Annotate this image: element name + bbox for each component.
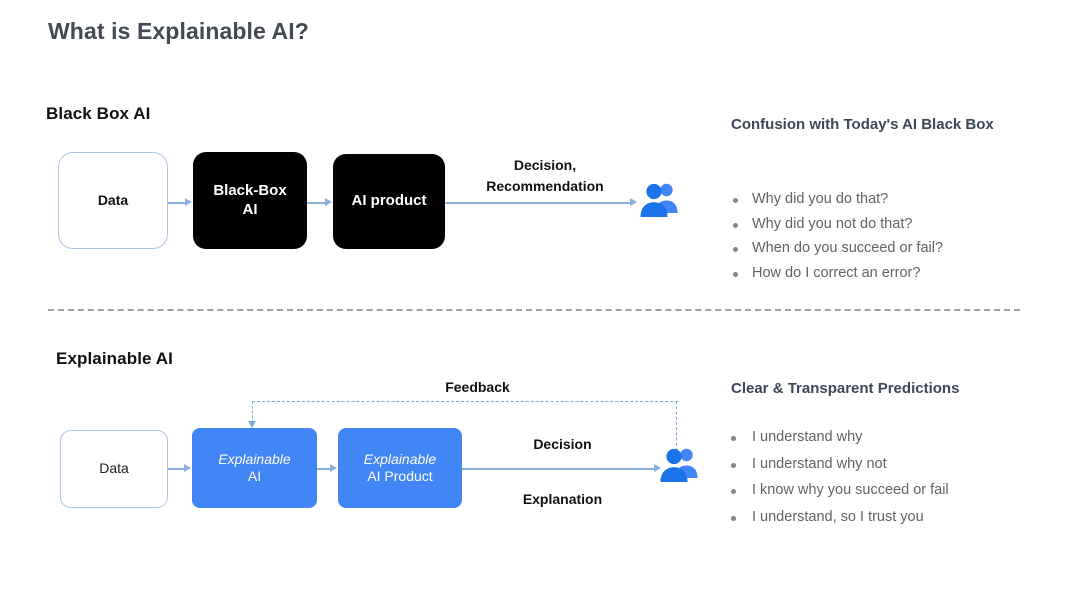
arrow-product-to-people-top (445, 202, 632, 204)
explainable-ai-product-line1: Explainable (363, 450, 437, 467)
section-divider (48, 309, 1020, 311)
arrow-label-feedback: Feedback (445, 379, 510, 395)
list-item: Why did you do that? (730, 192, 1030, 207)
feedback-loop-top-segment (252, 401, 678, 402)
flow-box-explainable-ai: Explainable AI (192, 428, 317, 508)
explainable-ai-product-line2: AI Product (367, 468, 433, 484)
list-item: How do I correct an error? (730, 265, 1030, 281)
feedback-loop-left-segment (252, 401, 253, 423)
people-icon (637, 180, 679, 225)
arrow-head-data-to-blackbox (185, 198, 192, 206)
list-item: When do you succeed or fail? (730, 241, 1030, 256)
feedback-loop-right-segment (676, 401, 677, 451)
arrow-blackbox-to-product (307, 202, 326, 204)
arrow-product-to-people-bottom (462, 468, 656, 470)
flow-box-black-box-ai: Black-Box AI (193, 152, 307, 249)
arrow-label-decision-recommendation: Decision, Recommendation (455, 155, 635, 197)
arrow-head-blackbox-to-product (325, 198, 332, 206)
panel-heading-clear-transparent: Clear & Transparent Predictions (731, 380, 960, 397)
arrow-xai-to-product (317, 468, 331, 470)
decision-label-line1: Decision, (513, 157, 577, 173)
arrow-head-xai-to-product (330, 464, 337, 472)
black-box-ai-line1: Black-Box (213, 181, 287, 199)
list-item: I know why you succeed or fail (728, 483, 1038, 498)
list-item: I understand, so I trust you (728, 509, 1038, 525)
flow-box-data-top: Data (58, 152, 168, 249)
list-item: I understand why not (728, 456, 1038, 472)
flow-box-explainable-ai-product: Explainable AI Product (338, 428, 462, 508)
explainable-ai-line2: AI (247, 468, 262, 484)
list-item: Why did you not do that? (730, 216, 1030, 232)
section-heading-explainable-ai: Explainable AI (56, 349, 173, 368)
arrow-label-explanation: Explanation (522, 491, 603, 507)
arrow-data-to-blackbox (168, 202, 186, 204)
page-title: What is Explainable AI? (48, 18, 309, 44)
black-box-ai-line2: AI (242, 200, 258, 218)
arrow-label-decision: Decision (533, 436, 592, 452)
arrow-head-product-to-people-top (630, 198, 637, 206)
people-icon (657, 445, 699, 490)
flow-box-ai-product: AI product (333, 154, 445, 249)
feedback-loop-arrow-head (248, 421, 256, 428)
panel-heading-confusion: Confusion with Today's AI Black Box (731, 116, 994, 133)
list-item: I understand why (728, 430, 1038, 445)
explainable-ai-line1: Explainable (218, 450, 291, 467)
decision-label-line2: Recommendation (486, 178, 604, 194)
arrow-data-to-xai (168, 468, 185, 470)
flow-box-data-bottom: Data (60, 430, 168, 508)
section-heading-black-box-ai: Black Box AI (46, 104, 151, 123)
bullet-list-clear-transparent: I understand why I understand why not I … (728, 430, 1038, 536)
bullet-list-confusion: Why did you do that? Why did you not do … (730, 192, 1030, 290)
arrow-head-data-to-xai (184, 464, 191, 472)
